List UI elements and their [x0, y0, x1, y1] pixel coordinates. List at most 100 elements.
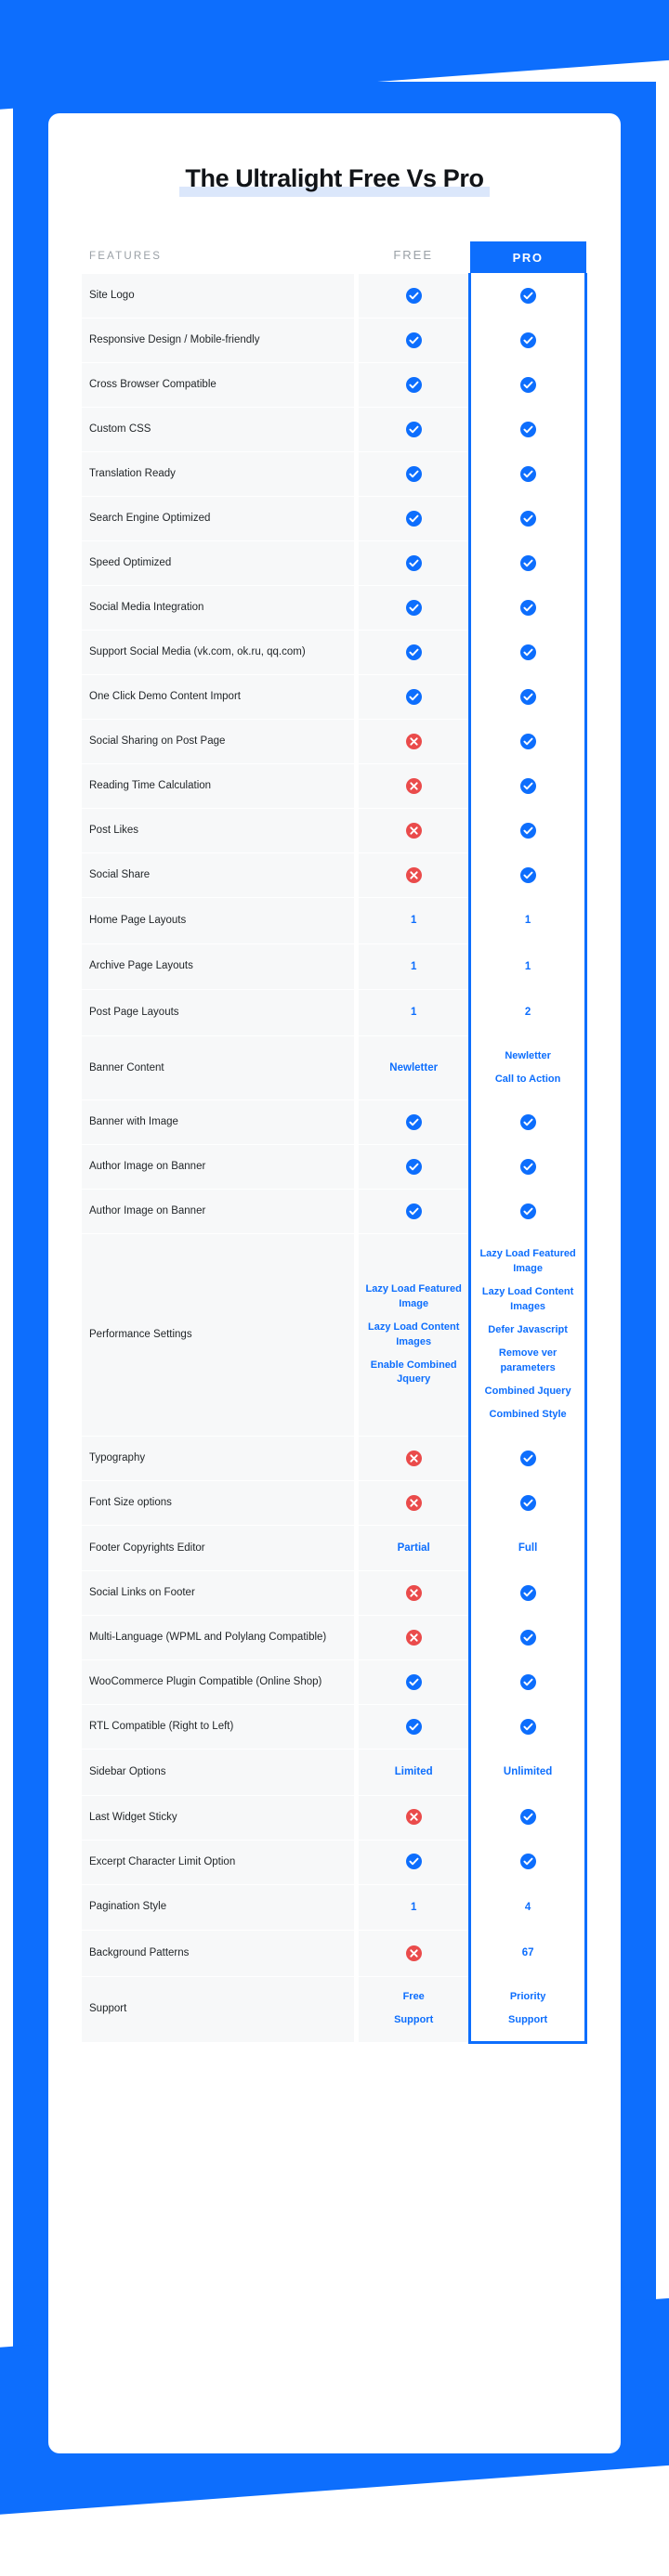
- cell-value-list-item: Support: [394, 2014, 434, 2026]
- table-row: Post Likes: [82, 808, 587, 853]
- pro-plan-cell: [468, 1839, 587, 1885]
- cell-value-text: 67: [521, 1947, 534, 1959]
- check-circle-icon: [405, 288, 422, 305]
- pro-plan-cell: [468, 1704, 587, 1750]
- table-row: Excerpt Character Limit Option: [82, 1839, 587, 1885]
- free-plan-cell: [354, 1930, 470, 1977]
- pro-plan-cell: Full: [468, 1524, 587, 1572]
- cell-value-list-item: Enable Combined Jquery: [370, 1359, 457, 1386]
- cell-value-list-item: Lazy Load Content Images: [481, 1286, 574, 1313]
- feature-name-cell: Translation Ready: [82, 451, 357, 498]
- feature-name-cell: Support Social Media (vk.com, ok.ru, qq.…: [82, 630, 357, 676]
- pro-plan-cell: [468, 1144, 587, 1190]
- table-row: Performance Settings Lazy Load Featured I…: [82, 1233, 587, 1437]
- times-circle-icon: [405, 1809, 422, 1826]
- check-circle-icon: [519, 377, 536, 394]
- pro-plan-cell: [468, 674, 587, 721]
- check-circle-icon: [519, 1673, 536, 1690]
- free-plan-cell: [354, 808, 470, 853]
- cell-value-list-item: Combined Jquery: [484, 1385, 571, 1397]
- cell-value-text: 4: [524, 1901, 531, 1913]
- pro-plan-cell: 4: [468, 1883, 587, 1932]
- cell-value-list-item: Priority: [509, 1990, 546, 2002]
- feature-name-cell: Custom CSS: [82, 407, 357, 453]
- table-row: Archive Page Layouts 1 1: [82, 943, 587, 991]
- table-row: WooCommerce Plugin Compatible (Online Sh…: [82, 1659, 587, 1706]
- table-row: Home Page Layouts 1 1: [82, 896, 587, 944]
- free-plan-cell: [354, 852, 470, 898]
- check-circle-icon: [519, 688, 536, 705]
- table-row: Reading Time Calculation: [82, 763, 587, 810]
- table-row: RTL Compatible (Right to Left): [82, 1704, 587, 1750]
- check-circle-icon: [405, 644, 422, 660]
- cell-value-list: Newletter Call to Action: [475, 1049, 581, 1087]
- cell-value-text: Newletter: [389, 1061, 439, 1073]
- pro-plan-cell: [468, 1479, 587, 1526]
- feature-name-cell: Archive Page Layouts: [82, 943, 357, 991]
- check-circle-icon: [519, 1159, 536, 1176]
- feature-name-cell: Cross Browser Compatible: [82, 362, 357, 409]
- column-header-free: FREE: [393, 248, 434, 263]
- table-row: Social Links on Footer: [82, 1570, 587, 1617]
- pro-plan-cell: [468, 407, 587, 453]
- cell-value-text: 1: [410, 1007, 417, 1019]
- pro-plan-cell: 1: [468, 896, 587, 944]
- feature-name-cell: Performance Settings: [82, 1233, 357, 1437]
- feature-name-cell: One Click Demo Content Import: [82, 674, 357, 721]
- cell-value-text: Unlimited: [503, 1766, 553, 1778]
- feature-name-cell: Footer Copyrights Editor: [82, 1524, 357, 1572]
- free-plan-cell: 1: [354, 896, 470, 944]
- cell-value-list-item: Remove ver parameters: [498, 1347, 558, 1373]
- free-plan-cell: Limited: [354, 1749, 470, 1796]
- times-circle-icon: [405, 777, 422, 794]
- page-title-wrapper: The Ultralight Free Vs Pro: [48, 163, 621, 198]
- table-row: Support Free Support Priority Support: [82, 1975, 587, 2044]
- feature-name-cell: Author Image on Banner: [82, 1144, 357, 1190]
- table-row: Font Size options: [82, 1479, 587, 1526]
- check-circle-icon: [519, 1854, 536, 1870]
- table-row: Responsive Design / Mobile-friendly: [82, 318, 587, 364]
- feature-name-cell: Banner Content: [82, 1034, 357, 1101]
- free-plan-cell: [354, 1189, 470, 1235]
- feature-name-cell: Post Page Layouts: [82, 989, 357, 1036]
- table-row: Sidebar Options Limited Unlimited: [82, 1749, 587, 1796]
- check-circle-icon: [405, 1203, 422, 1220]
- cell-value-list-item: Combined Style: [489, 1408, 567, 1420]
- times-circle-icon: [405, 1585, 422, 1602]
- feature-name-cell: Social Links on Footer: [82, 1570, 357, 1617]
- check-circle-icon: [405, 1854, 422, 1870]
- free-plan-cell: Newletter: [354, 1034, 470, 1101]
- check-circle-icon: [519, 332, 536, 349]
- cell-value-text: 1: [524, 960, 531, 972]
- free-plan-cell: Free Support: [354, 1975, 470, 2043]
- free-plan-cell: [354, 1615, 470, 1661]
- table-row: Footer Copyrights Editor Partial Full: [82, 1524, 587, 1572]
- table-row: Multi-Language (WPML and Polylang Compat…: [82, 1615, 587, 1661]
- pro-plan-cell: [468, 1794, 587, 1841]
- pro-plan-cell: [468, 451, 587, 498]
- pro-plan-cell: [468, 318, 587, 364]
- check-circle-icon: [519, 288, 536, 305]
- feature-name-cell: Pagination Style: [82, 1883, 357, 1932]
- table-head: FEATURES FREE PRO: [82, 241, 586, 274]
- table-body: Site Logo Responsive Design / Mobile-frie…: [82, 273, 587, 2044]
- cell-value-text: Limited: [394, 1766, 433, 1778]
- pro-plan-cell: [468, 273, 587, 319]
- cell-value-list-item: Free: [402, 1991, 425, 2003]
- feature-name-cell: Excerpt Character Limit Option: [82, 1839, 357, 1885]
- check-circle-icon: [519, 554, 536, 571]
- free-plan-cell: [354, 630, 470, 676]
- pro-plan-cell: Newletter Call to Action: [468, 1034, 587, 1101]
- pro-plan-cell: [468, 852, 587, 898]
- table-row: Custom CSS: [82, 407, 587, 453]
- free-plan-cell: [354, 451, 470, 498]
- feature-name-cell: Author Image on Banner: [82, 1189, 357, 1235]
- feature-name-cell: Search Engine Optimized: [82, 496, 357, 542]
- cell-value-list-item: Lazy Load Featured Image: [479, 1248, 576, 1275]
- feature-name-cell: Responsive Design / Mobile-friendly: [82, 318, 357, 364]
- pro-plan-cell: [468, 1615, 587, 1661]
- free-plan-cell: [354, 1794, 470, 1841]
- free-plan-cell: [354, 407, 470, 453]
- free-plan-cell: [354, 1704, 470, 1750]
- cell-value-list: Lazy Load Featured Image Lazy Load Conten…: [362, 1282, 465, 1388]
